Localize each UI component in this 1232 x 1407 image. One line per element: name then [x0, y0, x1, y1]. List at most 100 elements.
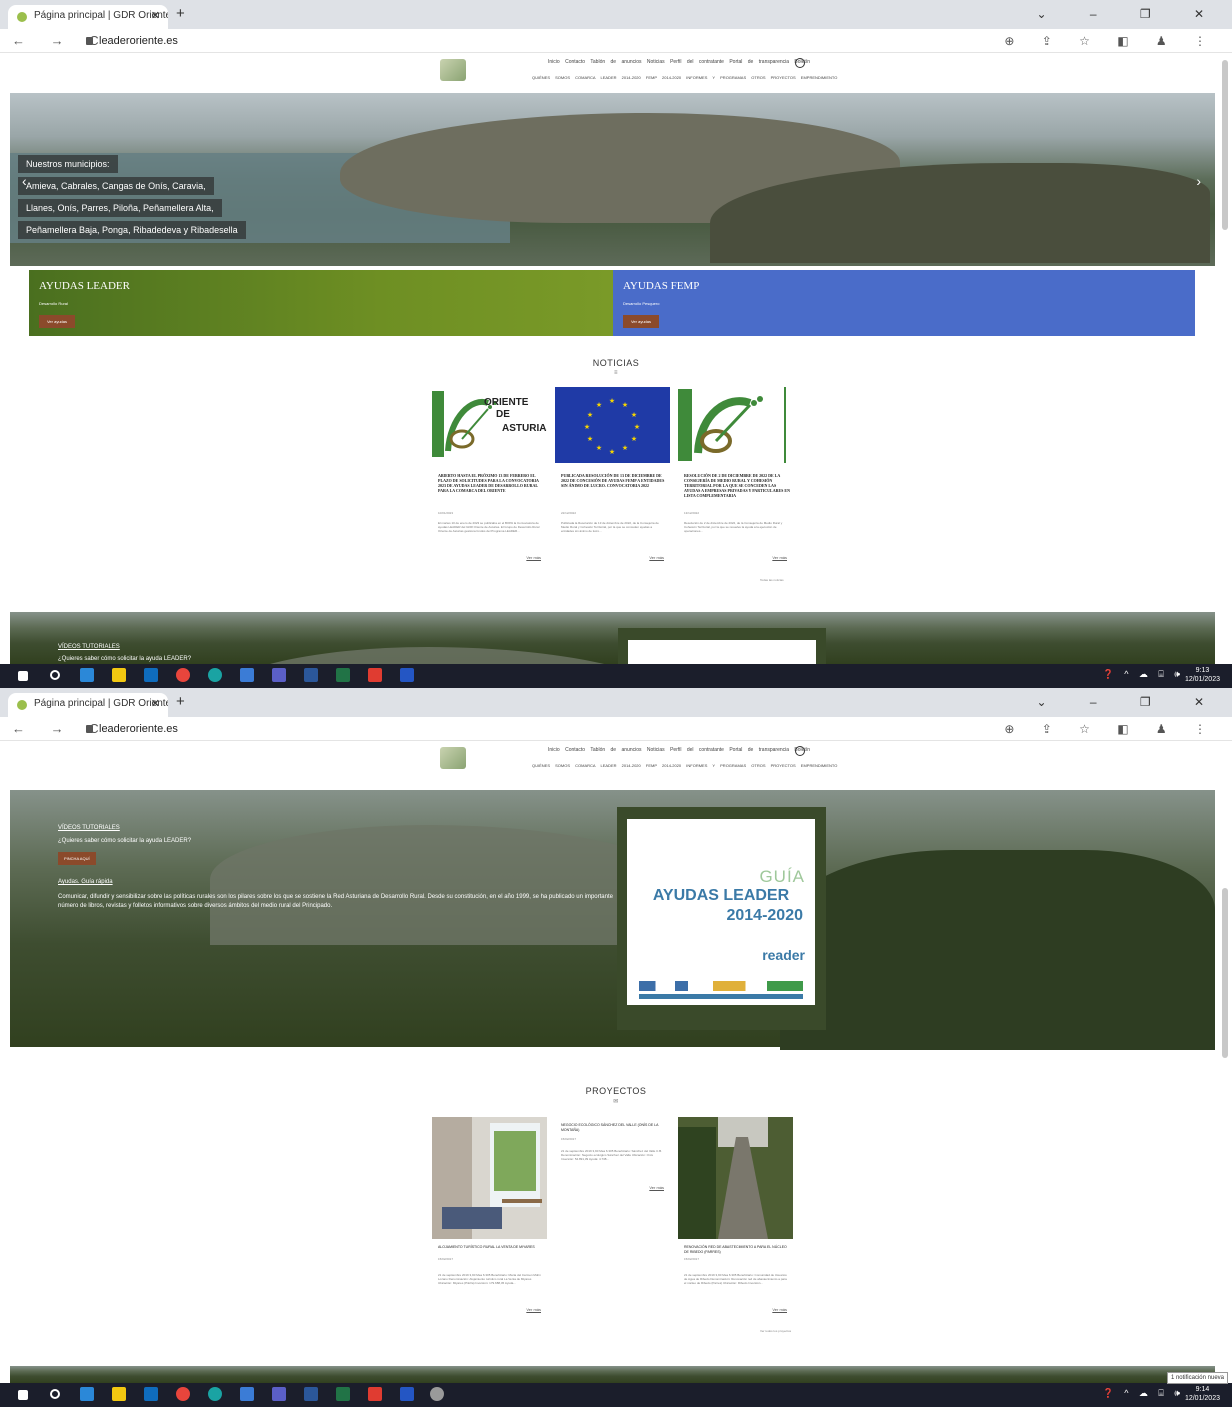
- browser-toolbar-icons[interactable]: ⊕ ⇪ ☆ ◧ ♟ ⋮: [1004, 722, 1218, 736]
- menu-item[interactable]: COMARCA: [575, 75, 595, 80]
- guia-rapida-link[interactable]: Ayudas. Guía rápida: [58, 879, 113, 885]
- snipping-tool-icon[interactable]: [430, 1387, 444, 1401]
- news-title[interactable]: ABIERTO HASTA EL PRÓXIMO 13 DE FEBRERO E…: [438, 473, 546, 493]
- menu-item[interactable]: LEADER 2014-2020: [601, 763, 641, 768]
- menu-item[interactable]: Portal de transparencia: [729, 747, 789, 753]
- news-title[interactable]: RESOLUCIÓN DE 2 DE DICIEMBRE DE 2022 DE …: [684, 473, 792, 498]
- notification-toast[interactable]: 1 notificación nueva: [1166, 1372, 1228, 1384]
- menu-item[interactable]: EMPRENDIMIENTO: [801, 75, 838, 80]
- menu-item[interactable]: Contacto: [565, 747, 585, 753]
- word-icon[interactable]: [304, 668, 318, 682]
- word-icon[interactable]: [304, 1387, 318, 1401]
- edge-icon[interactable]: [208, 1387, 222, 1401]
- ie-icon[interactable]: [240, 668, 254, 682]
- excel-icon[interactable]: [336, 668, 350, 682]
- menu-item[interactable]: OTROS PROYECTOS: [751, 75, 795, 80]
- chrome-icon[interactable]: [176, 1387, 190, 1401]
- search-icon[interactable]: [50, 1389, 60, 1399]
- excel-icon[interactable]: [336, 1387, 350, 1401]
- menu-item[interactable]: Perfil del contratante: [670, 747, 724, 753]
- menu-item[interactable]: COMARCA: [575, 763, 595, 768]
- window-controls[interactable]: ⌄ – ❐ ✕: [1036, 695, 1224, 709]
- new-tab-button[interactable]: +: [176, 693, 185, 710]
- menu-item[interactable]: Perfil del contratante: [670, 59, 724, 65]
- close-tab-icon[interactable]: ✕: [151, 697, 160, 710]
- slider-prev-icon[interactable]: ‹: [22, 173, 27, 189]
- browser-tab[interactable]: Página principal | GDR Oriente d ✕: [8, 693, 168, 717]
- scrollbar[interactable]: [1222, 60, 1228, 230]
- todos-proyectos-link[interactable]: Ver todos los proyectos: [760, 1329, 791, 1333]
- ver-mas-link[interactable]: Ver más: [526, 555, 541, 560]
- browser-tab[interactable]: Página principal | GDR Oriente d ✕: [8, 5, 168, 29]
- new-tab-button[interactable]: +: [176, 5, 185, 22]
- ie-icon[interactable]: [240, 1387, 254, 1401]
- teams-icon[interactable]: [272, 1387, 286, 1401]
- windows-start-icon[interactable]: [18, 671, 28, 681]
- site-logo[interactable]: [440, 747, 466, 769]
- acrobat-icon[interactable]: [368, 668, 382, 682]
- menu-item[interactable]: INFORMES Y PROGRAMAS: [686, 75, 746, 80]
- windows-start-icon[interactable]: [18, 1390, 28, 1400]
- site-logo[interactable]: [440, 59, 466, 81]
- slider-next-icon[interactable]: ›: [1196, 173, 1201, 189]
- outlook-icon[interactable]: [144, 668, 158, 682]
- ayudas-femp-panel[interactable]: AYUDAS FEMP Desarrollo Pesquero Ver ayud…: [613, 270, 1195, 336]
- teams-icon[interactable]: [272, 668, 286, 682]
- close-tab-icon[interactable]: ✕: [151, 9, 160, 22]
- system-tray[interactable]: ❓ ^ ☁ ⌸ 🕪: [1102, 669, 1184, 680]
- ver-mas-link[interactable]: Ver más: [649, 1185, 664, 1190]
- browser-toolbar-icons[interactable]: ⊕ ⇪ ☆ ◧ ♟ ⋮: [1004, 34, 1218, 48]
- menu-item[interactable]: INFORMES Y PROGRAMAS: [686, 763, 746, 768]
- search-icon[interactable]: [50, 670, 60, 680]
- url-field[interactable]: leaderoriente.es: [86, 35, 178, 47]
- project-title[interactable]: RENOVACIÓN RED DE ABASTECIMIENTO A PARA …: [684, 1245, 790, 1255]
- todo-icon[interactable]: [80, 668, 94, 682]
- project-title[interactable]: NEGOCIO ECOLÓGICO SÁNCHEZ DEL VALLE (ONÍ…: [561, 1123, 667, 1133]
- ver-mas-link[interactable]: Ver más: [772, 1307, 787, 1312]
- menu-item[interactable]: EMPRENDIMIENTO: [801, 763, 838, 768]
- news-title[interactable]: PUBLICADA RESOLUCIÓN DE 13 DE DICIEMBRE …: [561, 473, 669, 488]
- videos-tutoriales-link[interactable]: VÍDEOS TUTORIALES: [58, 644, 120, 650]
- ver-ayudas-button[interactable]: Ver ayudas: [623, 315, 659, 328]
- menu-item[interactable]: QUIÉNES SOMOS: [532, 75, 570, 80]
- guia-ayudas-leader-cover[interactable]: GUÍA AYUDAS LEADER 2014-2020 reader: [627, 819, 815, 1005]
- menu-item[interactable]: QUIÉNES SOMOS: [532, 763, 570, 768]
- search-icon[interactable]: [795, 746, 805, 756]
- menu-item[interactable]: Tablón de anuncios: [590, 59, 641, 65]
- acrobat-icon[interactable]: [368, 1387, 382, 1401]
- file-explorer-icon[interactable]: [112, 668, 126, 682]
- menu-item[interactable]: OTROS PROYECTOS: [751, 763, 795, 768]
- menu-item[interactable]: Noticias: [647, 59, 665, 65]
- videos-tutoriales-link[interactable]: VÍDEOS TUTORIALES: [58, 825, 120, 831]
- file-explorer-icon[interactable]: [112, 1387, 126, 1401]
- todo-icon[interactable]: [80, 1387, 94, 1401]
- ver-ayudas-button[interactable]: Ver ayudas: [39, 315, 75, 328]
- shield-icon[interactable]: [400, 668, 414, 682]
- edge-icon[interactable]: [208, 668, 222, 682]
- ver-mas-link[interactable]: Ver más: [526, 1307, 541, 1312]
- window-controls[interactable]: ⌄ – ❐ ✕: [1036, 7, 1224, 21]
- clock[interactable]: 9:14 12/01/2023: [1185, 1385, 1220, 1403]
- menu-item[interactable]: LEADER 2014-2020: [601, 75, 641, 80]
- url-field[interactable]: leaderoriente.es: [86, 723, 178, 735]
- menu-item[interactable]: Inicio: [548, 747, 560, 753]
- chrome-icon[interactable]: [176, 668, 190, 682]
- ver-mas-link[interactable]: Ver más: [772, 555, 787, 560]
- outlook-icon[interactable]: [144, 1387, 158, 1401]
- system-tray[interactable]: ❓ ^ ☁ ⌸ 🕪: [1102, 1388, 1184, 1399]
- pincha-aqui-button[interactable]: PINCHA AQUÍ: [58, 852, 96, 865]
- scrollbar[interactable]: [1222, 888, 1228, 1058]
- menu-item[interactable]: Inicio: [548, 59, 560, 65]
- menu-item[interactable]: Tablón de anuncios: [590, 747, 641, 753]
- menu-item[interactable]: Contacto: [565, 59, 585, 65]
- ver-mas-link[interactable]: Ver más: [649, 555, 664, 560]
- shield-icon[interactable]: [400, 1387, 414, 1401]
- ayudas-leader-panel[interactable]: AYUDAS LEADER Desarrollo Rural Ver ayuda…: [29, 270, 613, 336]
- menu-item[interactable]: Portal de transparencia: [729, 59, 789, 65]
- menu-item[interactable]: Noticias: [647, 747, 665, 753]
- clock[interactable]: 9:13 12/01/2023: [1185, 666, 1220, 684]
- menu-item[interactable]: FEMP 2014-2020: [646, 763, 681, 768]
- todas-noticias-link[interactable]: Todas las noticias: [760, 578, 784, 582]
- project-title[interactable]: ALOJAMIENTO TURÍSTICO RURAL LA VENTA DE …: [438, 1245, 544, 1250]
- menu-item[interactable]: FEMP 2014-2020: [646, 75, 681, 80]
